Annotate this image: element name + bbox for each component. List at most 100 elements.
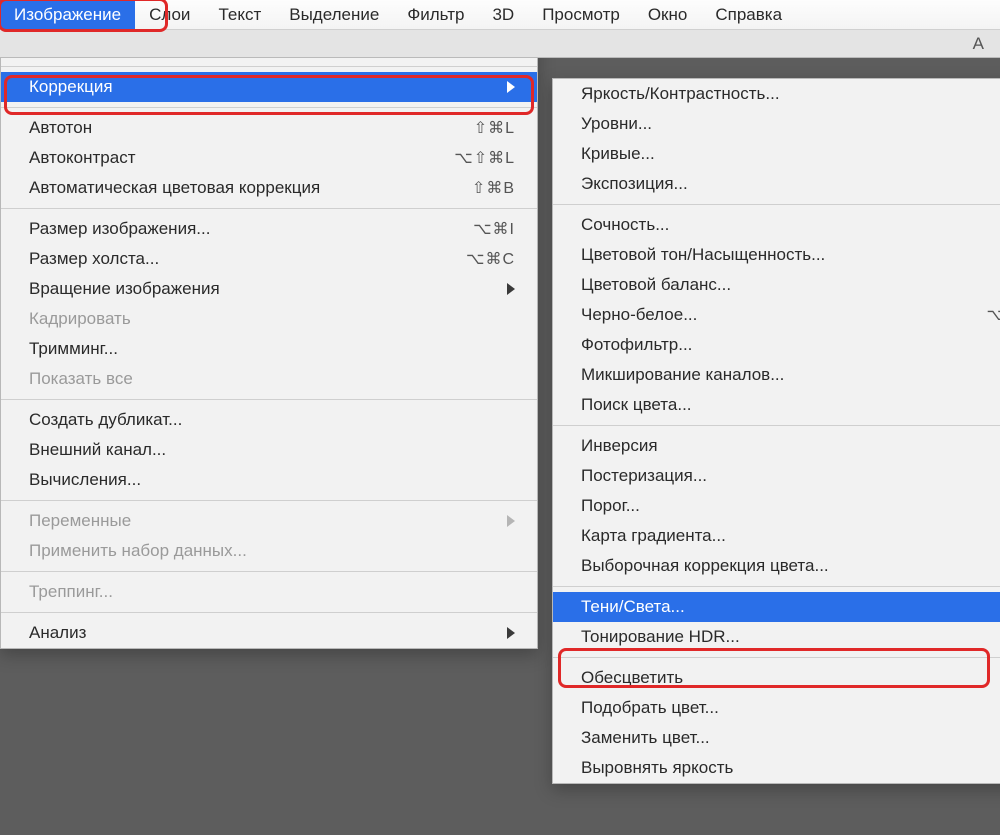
image-menu-item-label: Автотон (29, 118, 474, 138)
adjustments-item-label: Выровнять яркость (581, 758, 1000, 778)
adjustments-item-2[interactable]: Кривые...⌘M (553, 139, 1000, 169)
adjustments-item-1[interactable]: Уровни...⌘L (553, 109, 1000, 139)
adjustments-item-label: Микширование каналов... (581, 365, 1000, 385)
menubar-item-1[interactable]: Слои (135, 0, 204, 29)
menubar-item-5[interactable]: 3D (478, 0, 528, 29)
image-menu-item-12[interactable]: Тримминг... (1, 334, 537, 364)
adjustments-item-label: Поиск цвета... (581, 395, 1000, 415)
image-menu-item-shortcut: ⇧⌘B (472, 178, 515, 198)
adjustments-item-9[interactable]: Фотофильтр... (553, 330, 1000, 360)
adjustments-item-label: Яркость/Контрастность... (581, 84, 1000, 104)
image-menu-item-label: Автоконтраст (29, 148, 454, 168)
adjustments-item-6[interactable]: Цветовой тон/Насыщенность...⌘U (553, 240, 1000, 270)
image-menu-item-22: Треппинг... (1, 577, 537, 607)
image-menu-item-shortcut: ⇧⌘L (474, 118, 515, 138)
adjustments-item-7[interactable]: Цветовой баланс...⌘B (553, 270, 1000, 300)
image-menu-item-4[interactable]: Автотон⇧⌘L (1, 113, 537, 143)
adjustments-item-label: Карта градиента... (581, 526, 1000, 546)
adjustments-item-16[interactable]: Карта градиента... (553, 521, 1000, 551)
image-menu-item-13: Показать все (1, 364, 537, 394)
image-menu-item-6[interactable]: Автоматическая цветовая коррекция⇧⌘B (1, 173, 537, 203)
menubar-item-7[interactable]: Окно (634, 0, 702, 29)
image-menu-item-label: Анализ (29, 623, 507, 643)
chevron-right-icon (507, 81, 515, 93)
adjustments-item-22[interactable]: Обесцветить⇧⌘U (553, 663, 1000, 693)
image-menu-separator (1, 571, 537, 572)
adjustments-item-17[interactable]: Выборочная коррекция цвета... (553, 551, 1000, 581)
adjustments-item-20[interactable]: Тонирование HDR... (553, 622, 1000, 652)
adjustments-item-label: Инверсия (581, 436, 1000, 456)
adjustments-item-13[interactable]: Инверсия⌘I (553, 431, 1000, 461)
adjustments-item-3[interactable]: Экспозиция... (553, 169, 1000, 199)
image-menu-item-label: Переменные (29, 511, 507, 531)
image-menu-item-label: Автоматическая цветовая коррекция (29, 178, 472, 198)
adjustments-item-label: Экспозиция... (581, 174, 1000, 194)
adjustments-item-14[interactable]: Постеризация... (553, 461, 1000, 491)
image-menu-item-label: Создать дубликат... (29, 410, 515, 430)
adjustments-item-label: Постеризация... (581, 466, 1000, 486)
image-menu-item-17[interactable]: Вычисления... (1, 465, 537, 495)
image-menu-item-20: Применить набор данных... (1, 536, 537, 566)
adjustments-item-8[interactable]: Черно-белое...⌥⇧⌘B (553, 300, 1000, 330)
adjustments-separator (553, 657, 1000, 658)
image-menu-item-label: Кадрировать (29, 309, 515, 329)
chevron-right-icon (507, 283, 515, 295)
image-menu-item-label: Применить набор данных... (29, 541, 515, 561)
adjustments-item-25[interactable]: Выровнять яркость (553, 753, 1000, 783)
image-menu-item-19: Переменные (1, 506, 537, 536)
image-menu-item-label: Показать все (29, 369, 515, 389)
adjustments-item-label: Кривые... (581, 144, 1000, 164)
image-menu-item-5[interactable]: Автоконтраст⌥⇧⌘L (1, 143, 537, 173)
adjustments-item-15[interactable]: Порог... (553, 491, 1000, 521)
image-menu-item-9[interactable]: Размер холста...⌥⌘C (1, 244, 537, 274)
adjustments-item-label: Цветовой тон/Насыщенность... (581, 245, 1000, 265)
adjustments-separator (553, 425, 1000, 426)
adjustments-item-5[interactable]: Сочность... (553, 210, 1000, 240)
adjustments-item-shortcut: ⌥⇧⌘B (986, 305, 1000, 325)
image-menu-item-8[interactable]: Размер изображения...⌥⌘I (1, 214, 537, 244)
adjustments-item-0[interactable]: Яркость/Контрастность... (553, 79, 1000, 109)
adjustments-item-label: Фотофильтр... (581, 335, 1000, 355)
image-menu-separator (1, 399, 537, 400)
menubar-item-6[interactable]: Просмотр (528, 0, 634, 29)
adjustments-item-label: Уровни... (581, 114, 1000, 134)
menubar-item-8[interactable]: Справка (701, 0, 796, 29)
image-menu-item-2[interactable]: Коррекция (1, 72, 537, 102)
image-menu-dropdown: РежимКоррекцияАвтотон⇧⌘LАвтоконтраст⌥⇧⌘L… (0, 30, 538, 649)
menubar: ИзображениеСлоиТекстВыделениеФильтр3DПро… (0, 0, 1000, 30)
image-menu-item-label: Тримминг... (29, 339, 515, 359)
image-menu-separator (1, 500, 537, 501)
image-menu-item-shortcut: ⌥⇧⌘L (454, 148, 515, 168)
adjustments-item-label: Тени/Света... (581, 597, 1000, 617)
image-menu-separator (1, 612, 537, 613)
adjustments-item-19[interactable]: Тени/Света... (553, 592, 1000, 622)
image-menu-item-label: Размер изображения... (29, 219, 473, 239)
menubar-item-2[interactable]: Текст (204, 0, 275, 29)
image-menu-item-label: Размер холста... (29, 249, 466, 269)
image-menu-item-15[interactable]: Создать дубликат... (1, 405, 537, 435)
adjustments-item-24[interactable]: Заменить цвет... (553, 723, 1000, 753)
menubar-item-4[interactable]: Фильтр (393, 0, 478, 29)
menubar-item-3[interactable]: Выделение (275, 0, 393, 29)
adjustments-item-label: Выборочная коррекция цвета... (581, 556, 1000, 576)
image-menu-item-10[interactable]: Вращение изображения (1, 274, 537, 304)
image-menu-item-24[interactable]: Анализ (1, 618, 537, 648)
adjustments-item-11[interactable]: Поиск цвета... (553, 390, 1000, 420)
image-menu-separator (1, 66, 537, 67)
adjustments-separator (553, 586, 1000, 587)
adjustments-item-23[interactable]: Подобрать цвет... (553, 693, 1000, 723)
image-menu-item-shortcut: ⌥⌘C (466, 249, 515, 269)
adjustments-item-label: Черно-белое... (581, 305, 986, 325)
menubar-item-0[interactable]: Изображение (0, 0, 135, 29)
adjustments-submenu: Яркость/Контрастность...Уровни...⌘LКривы… (552, 78, 1000, 784)
image-menu-item-16[interactable]: Внешний канал... (1, 435, 537, 465)
adjustments-item-label: Порог... (581, 496, 1000, 516)
adjustments-item-label: Тонирование HDR... (581, 627, 1000, 647)
image-menu-item-label: Коррекция (29, 77, 507, 97)
image-menu-item-11: Кадрировать (1, 304, 537, 334)
adjustments-item-10[interactable]: Микширование каналов... (553, 360, 1000, 390)
image-menu-separator (1, 107, 537, 108)
chevron-right-icon (507, 515, 515, 527)
image-menu-item-label: Вычисления... (29, 470, 515, 490)
image-menu-item-label: Внешний канал... (29, 440, 515, 460)
